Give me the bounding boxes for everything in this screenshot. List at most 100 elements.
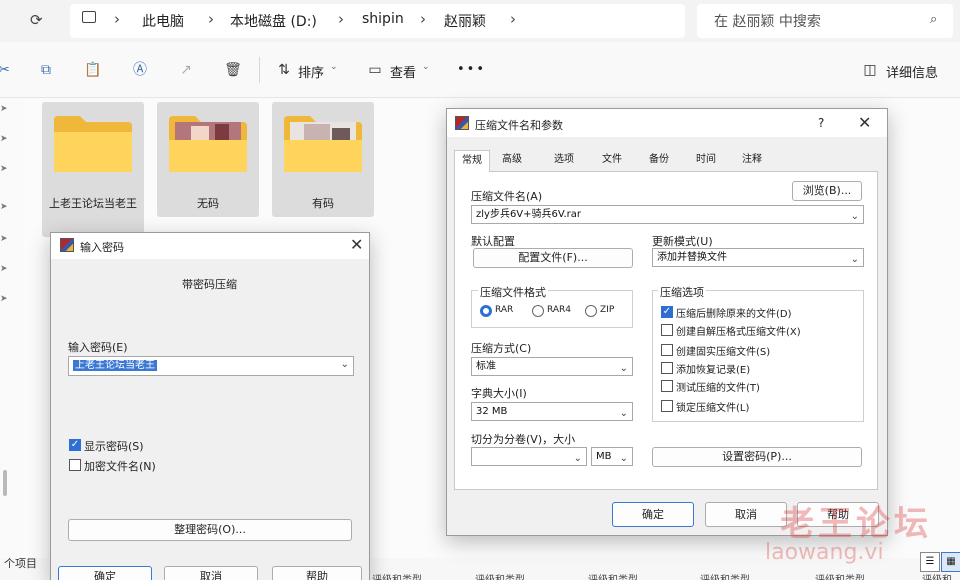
archive-name-value: zly步兵6V+骑兵6V.rar [476, 209, 581, 220]
pin-icon[interactable]: ➤ [0, 264, 8, 274]
pin-icon[interactable]: ➤ [0, 294, 8, 304]
chevron-down-icon[interactable]: ⌄ [620, 405, 628, 422]
option-checkbox-lock[interactable] [661, 400, 673, 412]
folder-item[interactable]: 上老王论坛当老王 [42, 102, 144, 237]
pin-icon[interactable]: ➤ [0, 104, 8, 114]
chevron-right-icon: › [114, 10, 120, 28]
paste-icon[interactable]: 📋 [83, 60, 103, 80]
chevron-down-icon[interactable]: ⌄ [620, 450, 628, 467]
tab-advanced[interactable]: 高级 [494, 150, 530, 172]
tab-general[interactable]: 常规 [454, 150, 490, 172]
encrypt-names-checkbox[interactable] [69, 459, 81, 471]
format-rar-label: RAR [495, 305, 514, 315]
option-checkbox-sfx[interactable] [661, 324, 673, 336]
method-select[interactable]: 标准 ⌄ [471, 357, 633, 376]
cancel-button[interactable]: 取消 [164, 566, 258, 580]
details-button[interactable]: 详细信息 [886, 62, 938, 81]
chevron-down-icon[interactable]: ⌄ [341, 359, 349, 370]
method-label: 压缩方式(C) [471, 342, 532, 355]
password-label: 输入密码(E) [68, 341, 128, 354]
copy-icon[interactable]: ⧉ [36, 60, 56, 80]
column-peek: 评级和类型 [922, 571, 960, 580]
format-zip-radio[interactable] [585, 305, 597, 317]
folder-item[interactable]: 无码 [157, 102, 259, 217]
column-peek: 评级和类型 [588, 571, 638, 580]
chevron-right-icon: › [510, 10, 516, 28]
option-checkbox-solid[interactable] [661, 344, 673, 356]
archive-name-label: 压缩文件名(A) [471, 190, 543, 203]
sidebar-scrollbar[interactable] [3, 470, 7, 496]
option-checkbox-test[interactable] [661, 380, 673, 392]
encrypt-names-label: 加密文件名(N) [84, 460, 156, 473]
tiles-view-icon[interactable]: ▦ [941, 552, 960, 572]
cut-icon[interactable]: ✂ [0, 60, 14, 80]
profiles-button[interactable]: 配置文件(F)... [473, 248, 633, 268]
chevron-down-icon[interactable]: ⌄ [574, 450, 582, 467]
set-password-button[interactable]: 设置密码(P)... [652, 447, 862, 467]
option-label: 压缩后删除原来的文件(D) [676, 309, 792, 320]
tab-comment[interactable]: 注释 [734, 150, 770, 172]
chevron-down-icon[interactable]: ⌄ [620, 360, 628, 377]
dialog-title: 输入密码 [80, 241, 124, 254]
breadcrumb-item[interactable]: 本地磁盘 (D:) [230, 11, 317, 31]
delete-icon[interactable]: 🗑 [223, 60, 243, 80]
browse-button[interactable]: 浏览(B)... [792, 181, 862, 201]
share-icon[interactable]: ↗ [176, 60, 196, 80]
view-icon: ▭ [368, 62, 382, 78]
more-button[interactable]: ••• [457, 62, 486, 77]
option-label: 创建自解压格式压缩文件(X) [676, 327, 801, 338]
option-label: 创建固实压缩文件(S) [676, 347, 771, 358]
chevron-down-icon: ⌄ [330, 62, 338, 72]
dictionary-label: 字典大小(I) [471, 387, 527, 400]
help-icon[interactable]: ? [818, 116, 824, 130]
option-checkbox-delete-files[interactable]: ✓ [661, 306, 673, 318]
pin-icon[interactable]: ➤ [0, 202, 8, 212]
update-mode-select[interactable]: 添加并替换文件 ⌄ [652, 248, 864, 267]
ok-button[interactable]: 确定 [612, 502, 694, 527]
breadcrumb-item[interactable]: 赵丽颖 [444, 11, 486, 31]
chevron-down-icon[interactable]: ⌄ [851, 251, 859, 268]
breadcrumb-item[interactable]: shipin [362, 11, 404, 27]
search-icon[interactable]: ⌕ [930, 12, 937, 27]
tab-options[interactable]: 选项 [546, 150, 582, 172]
pin-icon[interactable]: ➤ [0, 134, 8, 144]
folder-name: 上老王论坛当老王 [49, 197, 137, 210]
sort-button[interactable]: 排序 [298, 62, 324, 81]
close-icon[interactable]: ✕ [858, 113, 871, 132]
folder-item[interactable]: 有码 [272, 102, 374, 217]
pin-icon[interactable]: ➤ [0, 164, 8, 174]
view-button[interactable]: 查看 [390, 62, 416, 81]
dictionary-select[interactable]: 32 MB ⌄ [471, 402, 633, 421]
organize-passwords-button[interactable]: 整理密码(O)... [68, 519, 352, 541]
chevron-down-icon[interactable]: ⌄ [851, 208, 859, 225]
help-button[interactable]: 帮助 [272, 566, 362, 580]
column-peek: 评级和类型 [700, 571, 750, 580]
breadcrumb-item[interactable]: 此电脑 [142, 11, 184, 31]
winrar-icon [455, 116, 469, 130]
rename-icon[interactable]: Ⓐ [130, 60, 150, 80]
option-checkbox-recovery[interactable] [661, 362, 673, 374]
split-size-input[interactable]: ⌄ [471, 447, 587, 466]
update-mode-value: 添加并替换文件 [657, 252, 727, 263]
cancel-button[interactable]: 取消 [705, 502, 787, 527]
format-rar-radio[interactable] [480, 305, 492, 317]
option-label: 锁定压缩文件(L) [676, 403, 750, 414]
details-view-icon[interactable]: ☰ [920, 552, 940, 572]
close-icon[interactable]: ✕ [350, 235, 363, 254]
show-password-checkbox[interactable]: ✓ [69, 439, 81, 451]
tab-files[interactable]: 文件 [594, 150, 630, 172]
pin-icon[interactable]: ➤ [0, 234, 8, 244]
folder-icon [54, 116, 132, 172]
refresh-icon[interactable]: ⟳ [30, 11, 43, 29]
option-label: 测试压缩的文件(T) [676, 383, 760, 394]
format-rar4-radio[interactable] [532, 305, 544, 317]
archive-name-input[interactable]: zly步兵6V+骑兵6V.rar ⌄ [471, 205, 864, 224]
tab-time[interactable]: 时间 [688, 150, 724, 172]
option-label: 添加恢复记录(E) [676, 365, 751, 376]
tab-backup[interactable]: 备份 [641, 150, 677, 172]
sort-icon: ⇅ [278, 62, 290, 78]
ok-button[interactable]: 确定 [58, 566, 152, 580]
split-unit-select[interactable]: MB ⌄ [591, 447, 633, 466]
chevron-right-icon: › [208, 10, 214, 28]
password-input[interactable]: 上老王论坛当老王 ⌄ [68, 356, 354, 376]
